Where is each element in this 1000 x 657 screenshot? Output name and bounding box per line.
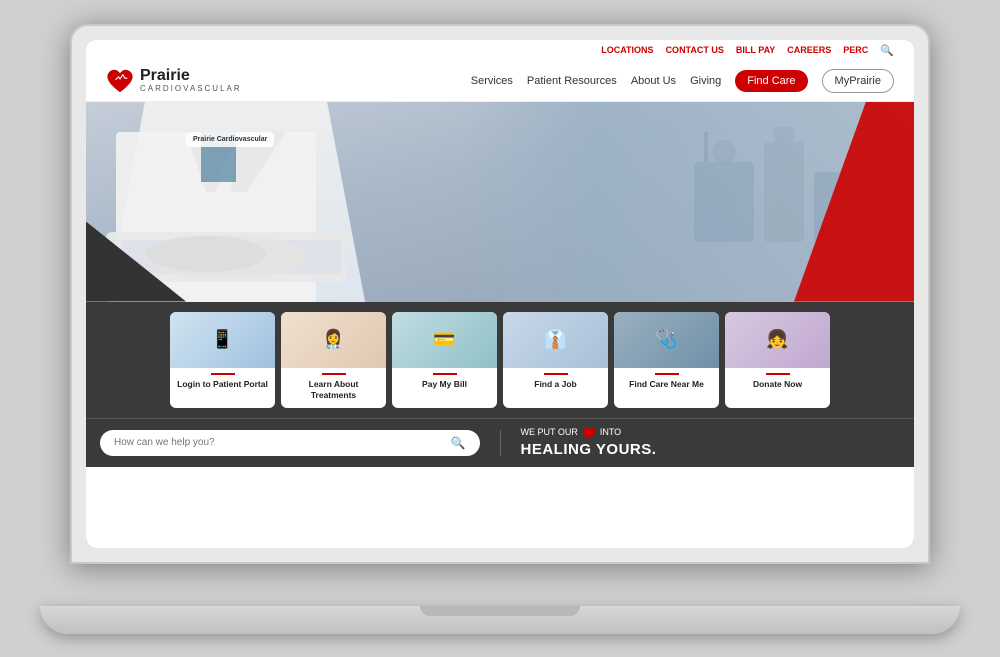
card-image-donate: 👧 [725, 312, 830, 368]
tagline-into-text: INTO [600, 427, 621, 439]
card-label-pay-bill: Pay My Bill [392, 368, 497, 397]
card-image-patient-portal: 📱 [170, 312, 275, 368]
find-care-button[interactable]: Find Care [735, 70, 807, 92]
phone-icon: 📱 [211, 329, 233, 350]
action-card-find-care[interactable]: 🩺 Find Care Near Me [614, 312, 719, 408]
job-icon: 👔 [544, 329, 566, 350]
tagline-top-line: WE PUT OUR INTO [521, 427, 657, 440]
main-nav-links: Services Patient Resources About Us Givi… [471, 69, 894, 93]
nav-giving[interactable]: Giving [690, 75, 721, 87]
card-image-find-care: 🩺 [614, 312, 719, 368]
logo-heart-icon [106, 67, 134, 95]
laptop-notch [420, 606, 580, 616]
action-card-pay-bill[interactable]: 💳 Pay My Bill [392, 312, 497, 408]
search-icon[interactable]: 🔍 [880, 44, 894, 57]
logo-text: Prairie CARDIOVASCULAR [140, 67, 242, 93]
nav-link-locations[interactable]: LOCATIONS [601, 45, 653, 55]
bill-icon: 💳 [433, 329, 455, 350]
screen-content: LOCATIONS CONTACT US BILL PAY CAREERS PE… [86, 40, 914, 548]
tagline-section: WE PUT OUR INTO HEALING YOURS. [501, 427, 901, 460]
quick-actions-section: 📱 Login to Patient Portal 👩‍⚕️ Learn Abo… [86, 302, 914, 418]
search-section: 🔍 [100, 430, 501, 456]
screen-bezel: LOCATIONS CONTACT US BILL PAY CAREERS PE… [86, 40, 914, 548]
logo: Prairie CARDIOVASCULAR [106, 67, 242, 95]
nav-link-billpay[interactable]: BILL PAY [736, 45, 775, 55]
search-input[interactable] [114, 437, 443, 448]
card-label-find-job: Find a Job [503, 368, 608, 397]
nav-patient-resources[interactable]: Patient Resources [527, 75, 617, 87]
nav-about[interactable]: About Us [631, 75, 676, 87]
donate-icon: 👧 [766, 329, 788, 350]
laptop-base [40, 606, 960, 634]
myprairie-button[interactable]: MyPrairie [822, 69, 894, 93]
doctor-icon: 👩‍⚕️ [322, 329, 344, 350]
nav-services[interactable]: Services [471, 75, 513, 87]
tagline-heart-icon [582, 427, 596, 440]
card-image-pay-bill: 💳 [392, 312, 497, 368]
logo-subtitle: CARDIOVASCULAR [140, 85, 242, 94]
action-card-find-job[interactable]: 👔 Find a Job [503, 312, 608, 408]
card-image-find-job: 👔 [503, 312, 608, 368]
stethoscope-icon: 🩺 [655, 329, 677, 350]
top-nav-lower: Prairie CARDIOVASCULAR Services Patient … [106, 61, 894, 101]
nav-link-careers[interactable]: CAREERS [787, 45, 831, 55]
top-navigation: LOCATIONS CONTACT US BILL PAY CAREERS PE… [86, 40, 914, 102]
search-magnifier-icon: 🔍 [451, 436, 466, 450]
card-label-find-care: Find Care Near Me [614, 368, 719, 397]
tagline-bottom-line: HEALING YOURS. [521, 440, 657, 460]
tagline: WE PUT OUR INTO HEALING YOURS. [521, 427, 657, 460]
logo-name: Prairie [140, 67, 242, 85]
laptop-body: LOCATIONS CONTACT US BILL PAY CAREERS PE… [70, 24, 930, 564]
top-nav-upper: LOCATIONS CONTACT US BILL PAY CAREERS PE… [106, 40, 894, 61]
branding-badge: Prairie Cardiovascular [186, 132, 274, 147]
card-label-treatments: Learn About Treatments [281, 368, 386, 408]
laptop-outer: LOCATIONS CONTACT US BILL PAY CAREERS PE… [70, 24, 930, 634]
hero-section: Prairie Cardiovascular [86, 102, 914, 302]
card-image-treatments: 👩‍⚕️ [281, 312, 386, 368]
card-label-patient-portal: Login to Patient Portal [170, 368, 275, 397]
search-box[interactable]: 🔍 [100, 430, 480, 456]
nav-link-contact[interactable]: CONTACT US [666, 45, 724, 55]
action-card-donate[interactable]: 👧 Donate Now [725, 312, 830, 408]
tagline-top-text: WE PUT OUR [521, 427, 578, 439]
nav-link-perc[interactable]: PERC [843, 45, 868, 55]
card-label-donate: Donate Now [725, 368, 830, 397]
action-card-patient-portal[interactable]: 📱 Login to Patient Portal [170, 312, 275, 408]
action-card-treatments[interactable]: 👩‍⚕️ Learn About Treatments [281, 312, 386, 408]
bottom-bar: 🔍 WE PUT OUR INTO [86, 418, 914, 468]
